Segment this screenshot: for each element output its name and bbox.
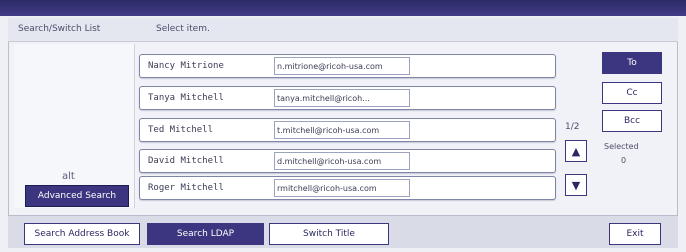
result-row[interactable]: Nancy Mitrione n.mitrione@ricoh-usa.com bbox=[139, 54, 556, 78]
scroll-down-button[interactable]: ▼ bbox=[565, 174, 587, 196]
result-row[interactable]: David Mitchell d.mitchell@ricoh-usa.com bbox=[139, 149, 556, 173]
result-row[interactable]: Roger Mitchell rmitchell@ricoh-usa.com bbox=[139, 176, 556, 200]
tab-search-ldap[interactable]: Search LDAP bbox=[147, 223, 264, 245]
result-email: t.mitchell@ricoh-usa.com bbox=[274, 121, 410, 139]
cc-button[interactable]: Cc bbox=[602, 82, 662, 104]
result-row[interactable]: Ted Mitchell t.mitchell@ricoh-usa.com bbox=[139, 118, 556, 142]
result-email: d.mitchell@ricoh-usa.com bbox=[274, 152, 410, 170]
advanced-search-button[interactable]: Advanced Search bbox=[25, 185, 129, 207]
top-bar bbox=[0, 0, 686, 16]
selected-label: Selected bbox=[604, 142, 639, 151]
arrow-down-icon: ▼ bbox=[571, 178, 581, 192]
header-bar bbox=[8, 18, 678, 42]
result-email: n.mitrione@ricoh-usa.com bbox=[274, 57, 410, 75]
results-list: Nancy Mitrione n.mitrione@ricoh-usa.com … bbox=[139, 54, 556, 206]
search-switch-list-screen: Search/Switch List Select item. alt Adva… bbox=[0, 0, 686, 252]
to-button[interactable]: To bbox=[602, 52, 662, 74]
result-name: Tanya Mitchell bbox=[148, 93, 224, 103]
tab-search-address-book[interactable]: Search Address Book bbox=[24, 223, 140, 245]
result-email: rmitchell@ricoh-usa.com bbox=[274, 179, 410, 197]
tab-switch-title[interactable]: Switch Title bbox=[269, 223, 389, 245]
result-row[interactable]: Tanya Mitchell tanya.mitchell@ricoh... bbox=[139, 86, 556, 110]
scroll-up-button[interactable]: ▲ bbox=[565, 140, 587, 162]
result-name: David Mitchell bbox=[148, 156, 224, 166]
arrow-up-icon: ▲ bbox=[571, 144, 581, 158]
result-email: tanya.mitchell@ricoh... bbox=[274, 89, 410, 107]
result-name: Ted Mitchell bbox=[148, 125, 214, 135]
page-title: Search/Switch List bbox=[18, 24, 101, 34]
result-name: Nancy Mitrione bbox=[148, 61, 224, 71]
result-name: Roger Mitchell bbox=[148, 183, 224, 193]
exit-button[interactable]: Exit bbox=[609, 223, 661, 245]
page-indicator: 1/2 bbox=[565, 122, 580, 132]
bcc-button[interactable]: Bcc bbox=[602, 110, 662, 132]
instruction-text: Select item. bbox=[156, 24, 210, 34]
left-pane bbox=[14, 44, 135, 208]
selected-count: 0 bbox=[621, 156, 627, 165]
alt-label: alt bbox=[62, 171, 75, 182]
